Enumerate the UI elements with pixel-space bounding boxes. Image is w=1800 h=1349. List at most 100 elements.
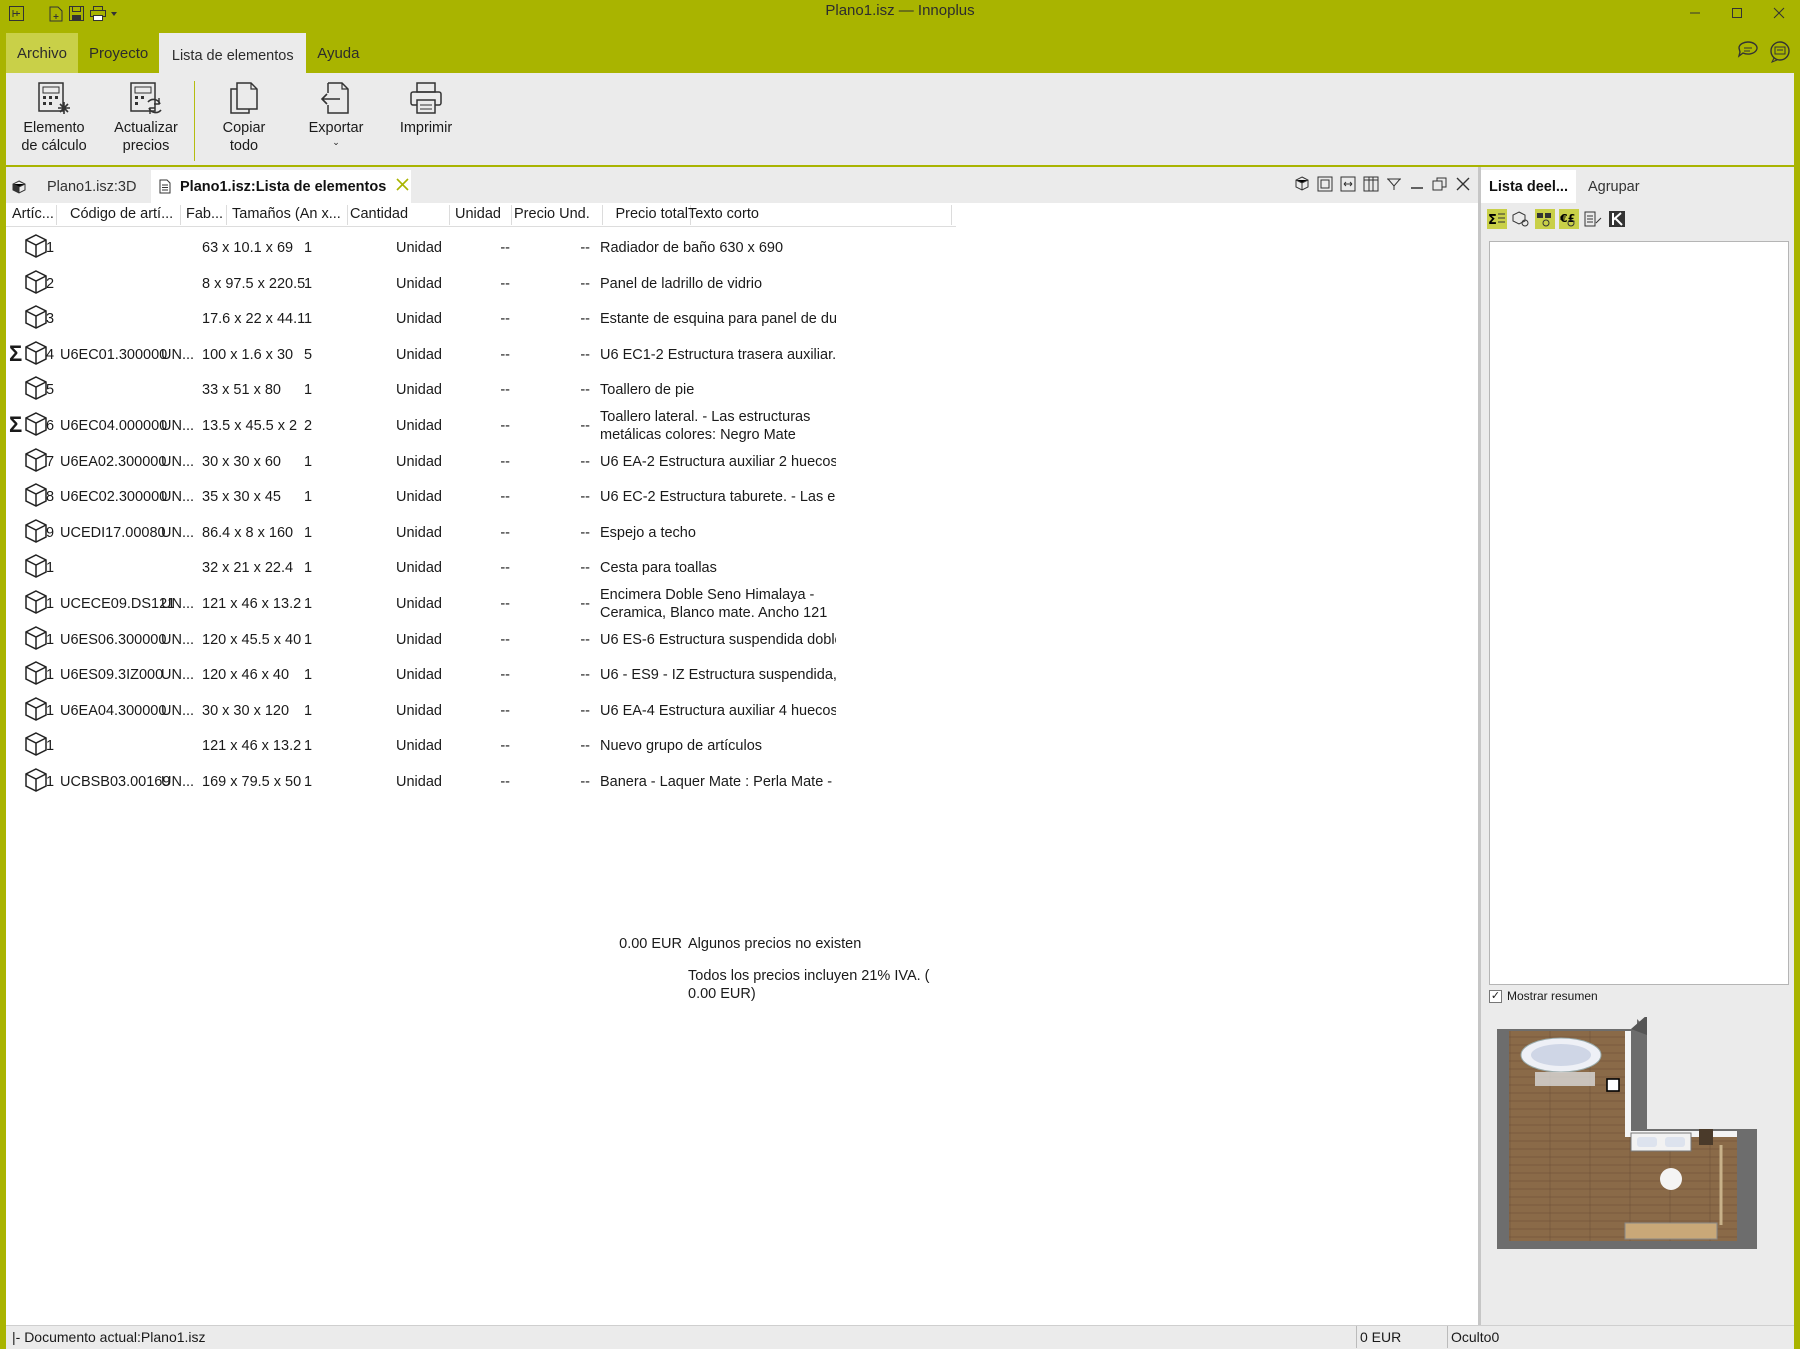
col-articulo[interactable]: Artíc... bbox=[12, 206, 56, 222]
close-pane-icon[interactable] bbox=[1454, 175, 1472, 196]
update-prices-button[interactable]: Actualizar precios bbox=[106, 76, 186, 155]
fit-view-icon[interactable] bbox=[1316, 175, 1334, 196]
svg-text:Σ: Σ bbox=[1488, 213, 1497, 227]
edit-list-icon[interactable] bbox=[1583, 209, 1603, 229]
total-price-cell: -- bbox=[580, 240, 590, 256]
col-tamanos[interactable]: Tamaños (An x... bbox=[232, 206, 346, 222]
article-code-cell: U6EA02.300000 bbox=[60, 453, 167, 470]
manufacturer-cell: UN... bbox=[161, 524, 195, 541]
3d-object-icon bbox=[24, 518, 48, 547]
col-precio-total[interactable]: Precio total bbox=[606, 206, 688, 222]
unit-cell: Unidad bbox=[396, 418, 442, 434]
article-code-cell: UCEDI17.00080 bbox=[60, 524, 166, 541]
col-divider[interactable] bbox=[511, 205, 512, 225]
tab-lista-de-elementos[interactable]: Lista de elementos bbox=[159, 33, 307, 73]
col-divider[interactable] bbox=[449, 205, 450, 225]
chat-support-icon[interactable] bbox=[1768, 40, 1792, 67]
view-object-icon[interactable] bbox=[1511, 209, 1531, 229]
unit-price-cell: -- bbox=[500, 774, 510, 790]
maximize-button[interactable] bbox=[1716, 0, 1758, 26]
close-window-button[interactable] bbox=[1758, 0, 1800, 26]
panel-content-area bbox=[1489, 241, 1789, 985]
col-divider[interactable] bbox=[226, 205, 227, 225]
filter-icon[interactable] bbox=[1385, 175, 1403, 196]
export-button[interactable]: Exportar ⌄ bbox=[296, 76, 376, 146]
document-list-icon bbox=[159, 179, 171, 194]
col-precio-unidad[interactable]: Precio Und. bbox=[514, 206, 598, 222]
quantity-cell: 1 bbox=[304, 667, 313, 684]
status-divider bbox=[1356, 1326, 1357, 1348]
export-dropdown-icon[interactable]: ⌄ bbox=[332, 137, 340, 146]
calc-element-button[interactable]: Elemento de cálculo bbox=[14, 76, 94, 155]
quantity-cell: 1 bbox=[304, 560, 313, 577]
table-row[interactable]: 1 UCBSB03.00169 UN... 169 x 79.5 x 50 1 Unida… bbox=[6, 761, 956, 802]
export-icon bbox=[318, 76, 354, 120]
print-button[interactable]: Imprimir bbox=[386, 76, 466, 138]
tab-archivo[interactable]: Archivo bbox=[6, 33, 79, 73]
copy-all-button[interactable]: Copiar todo bbox=[204, 76, 284, 155]
col-fabricante[interactable]: Fab... bbox=[186, 206, 224, 222]
minimize-pane-icon[interactable] bbox=[1408, 175, 1426, 196]
status-current-document: |- Documento actual:Plano1.isz bbox=[12, 1329, 206, 1345]
tab-3d-view[interactable]: Plano1.isz:3D bbox=[12, 170, 136, 203]
total-price-cell: -- bbox=[580, 382, 590, 399]
quantity-cell: 1 bbox=[304, 382, 313, 399]
export-label: Exportar bbox=[308, 120, 364, 136]
show-summary-option[interactable]: ✓ Mostrar resumen bbox=[1489, 989, 1598, 1003]
sum-list-icon[interactable]: Σ bbox=[1487, 209, 1507, 229]
tab-proyecto[interactable]: Proyecto bbox=[78, 33, 159, 73]
tab-agrupar[interactable]: Agrupar bbox=[1576, 170, 1652, 203]
restore-pane-icon[interactable] bbox=[1431, 175, 1449, 196]
short-text-cell: U6 EC-2 Estructura taburete. - Las estr.… bbox=[600, 489, 836, 506]
column-width-icon[interactable] bbox=[1339, 175, 1357, 196]
col-divider[interactable] bbox=[56, 205, 57, 225]
total-price-cell: -- bbox=[580, 524, 590, 541]
show-summary-checkbox[interactable]: ✓ bbox=[1489, 989, 1502, 1003]
price-missing-note: Algunos precios no existen bbox=[688, 936, 862, 952]
tab-lista-de-elementos-panel[interactable]: Lista deel... bbox=[1481, 170, 1576, 203]
sum-group-icon: Σ bbox=[9, 340, 23, 366]
manufacturer-cell: UN... bbox=[161, 596, 195, 612]
minimize-button[interactable] bbox=[1674, 0, 1716, 26]
brand-k-icon[interactable] bbox=[1607, 209, 1627, 229]
feedback-icon[interactable] bbox=[1736, 40, 1762, 67]
close-tab-icon[interactable] bbox=[396, 178, 409, 195]
short-text-cell: Radiador de baño 630 x 690 bbox=[600, 240, 784, 256]
status-divider bbox=[1447, 1326, 1448, 1348]
short-text-cell: Estante de esquina para panel de ducha bbox=[600, 311, 836, 328]
article-number-cell: 1 bbox=[46, 560, 55, 577]
col-texto-corto[interactable]: Texto corto bbox=[688, 206, 948, 222]
article-number-cell: 1 bbox=[46, 596, 55, 612]
short-text-cell: U6 EC1-2 Estructura trasera auxiliar. - … bbox=[600, 346, 836, 363]
total-price-cell: -- bbox=[580, 631, 590, 648]
manufacturer-cell: UN... bbox=[161, 774, 195, 790]
view-prices-icon[interactable]: €£ bbox=[1559, 209, 1579, 229]
unit-cell: Unidad bbox=[396, 667, 442, 684]
col-divider[interactable] bbox=[602, 205, 603, 225]
floor-plan-minimap[interactable] bbox=[1495, 1015, 1785, 1295]
article-number-cell: 8 bbox=[46, 489, 55, 506]
columns-icon[interactable] bbox=[1362, 175, 1380, 196]
tab-ayuda[interactable]: Ayuda bbox=[306, 33, 370, 73]
3d-object-icon bbox=[24, 731, 48, 760]
manufacturer-cell: UN... bbox=[161, 631, 195, 648]
unit-cell: Unidad bbox=[396, 560, 442, 577]
col-unidad[interactable]: Unidad bbox=[455, 206, 510, 222]
col-codigo[interactable]: Código de artí... bbox=[70, 206, 180, 222]
3d-view-icon[interactable] bbox=[1293, 175, 1311, 196]
col-divider[interactable] bbox=[347, 205, 348, 225]
window-title: Plano1.isz — Innoplus bbox=[825, 2, 975, 19]
article-number-cell: 2 bbox=[46, 275, 55, 292]
view-group-icon[interactable] bbox=[1535, 209, 1555, 229]
col-divider[interactable] bbox=[180, 205, 181, 225]
3d-object-icon bbox=[24, 411, 48, 440]
short-text-cell: Cesta para toallas bbox=[600, 560, 717, 577]
copy-all-icon bbox=[227, 76, 261, 120]
tab-item-list[interactable]: Plano1.isz:Lista de elementos bbox=[151, 170, 411, 203]
col-divider[interactable] bbox=[951, 205, 952, 225]
col-cantidad[interactable]: Cantidad bbox=[350, 206, 440, 222]
unit-cell: Unidad bbox=[396, 596, 442, 612]
status-hidden-count: Oculto0 bbox=[1451, 1329, 1500, 1345]
unit-price-cell: -- bbox=[500, 738, 510, 755]
total-price-cell: -- bbox=[580, 596, 590, 612]
